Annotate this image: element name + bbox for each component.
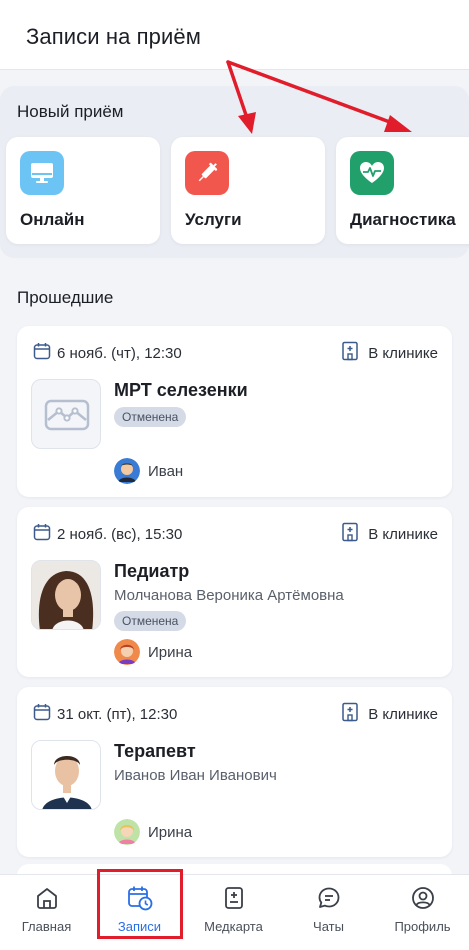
- appointment-place-text: В клинике: [368, 344, 438, 362]
- annotation-highlight-box: [97, 869, 183, 939]
- mri-icon: [31, 379, 101, 449]
- calendar-icon: [33, 342, 51, 364]
- tab-chats-label: Чаты: [313, 919, 344, 934]
- past-appointments-title: Прошедшие: [17, 288, 114, 307]
- appointment-place: В клинике: [340, 341, 438, 365]
- page-title: Записи на приём: [26, 24, 201, 49]
- avatar: [114, 458, 140, 484]
- diagnostics-label: Диагностика: [350, 210, 456, 229]
- appointment-place: В клинике: [340, 702, 438, 726]
- appointment-date: 31 окт. (пт), 12:30: [33, 703, 177, 725]
- tab-home[interactable]: Главная: [0, 875, 93, 950]
- medical-card-icon: [221, 885, 247, 911]
- header: Записи на приём: [0, 0, 469, 70]
- heart-pulse-icon: [350, 151, 394, 195]
- appointment-date-text: 31 окт. (пт), 12:30: [57, 705, 178, 723]
- status-badge: Отменена: [114, 611, 187, 631]
- avatar: [114, 819, 140, 845]
- tab-medical-card-label: Медкарта: [204, 919, 263, 934]
- appointment-place-text: В клинике: [368, 525, 438, 543]
- patient-name: Иван: [148, 462, 184, 480]
- appointment-place-text: В клинике: [368, 705, 438, 723]
- tab-profile-label: Профиль: [394, 919, 451, 934]
- appointment-date-text: 2 нояб. (вс), 15:30: [57, 525, 183, 543]
- diagnostics-card[interactable]: Диагностика: [336, 137, 469, 244]
- appointment-card[interactable]: 31 окт. (пт), 12:30 В клинике Терапевт И…: [17, 687, 452, 857]
- doctor-photo: [31, 560, 101, 630]
- status-badge: Отменена: [114, 407, 187, 427]
- clinic-icon: [340, 702, 360, 726]
- appointment-date-text: 6 нояб. (чт), 12:30: [57, 344, 182, 362]
- services-label: Услуги: [185, 210, 242, 229]
- clinic-icon: [340, 341, 360, 365]
- appointment-date: 6 нояб. (чт), 12:30: [33, 342, 182, 364]
- online-card[interactable]: Онлайн: [6, 137, 160, 244]
- patient-name: Ирина: [148, 643, 193, 661]
- appointment-title: Терапевт: [114, 741, 196, 761]
- services-card[interactable]: Услуги: [171, 137, 325, 244]
- appointment-title: МРТ селезенки: [114, 380, 248, 400]
- chat-icon: [316, 885, 342, 911]
- new-appointment-title: Новый приём: [17, 102, 124, 121]
- syringe-icon: [185, 151, 229, 195]
- patient-name: Ирина: [148, 823, 193, 841]
- profile-icon: [410, 885, 436, 911]
- avatar: [114, 639, 140, 665]
- appointment-place: В клинике: [340, 522, 438, 546]
- tab-bar: Главная Записи Медкарта Чаты Профиль: [0, 874, 469, 950]
- tab-profile[interactable]: Профиль: [376, 875, 469, 950]
- home-icon: [34, 885, 60, 911]
- doctor-name: Молчанова Вероника Артёмовна: [114, 587, 344, 604]
- calendar-icon: [33, 703, 51, 725]
- tab-chats[interactable]: Чаты: [282, 875, 375, 950]
- tab-home-label: Главная: [21, 919, 72, 934]
- appointment-card[interactable]: 6 нояб. (чт), 12:30 В клинике МРТ селезе…: [17, 326, 452, 497]
- patient: Ирина: [114, 819, 192, 845]
- doctor-photo: [31, 740, 101, 810]
- appointment-title: Педиатр: [114, 561, 190, 581]
- monitor-icon: [20, 151, 64, 195]
- patient: Иван: [114, 458, 183, 484]
- online-label: Онлайн: [20, 210, 85, 229]
- clinic-icon: [340, 522, 360, 546]
- appointment-date: 2 нояб. (вс), 15:30: [33, 523, 182, 545]
- appointment-card[interactable]: 2 нояб. (вс), 15:30 В клинике Педиатр Мо…: [17, 507, 452, 677]
- patient: Ирина: [114, 639, 192, 665]
- calendar-icon: [33, 523, 51, 545]
- tab-medical-card[interactable]: Медкарта: [187, 875, 280, 950]
- doctor-name: Иванов Иван Иванович: [114, 767, 277, 784]
